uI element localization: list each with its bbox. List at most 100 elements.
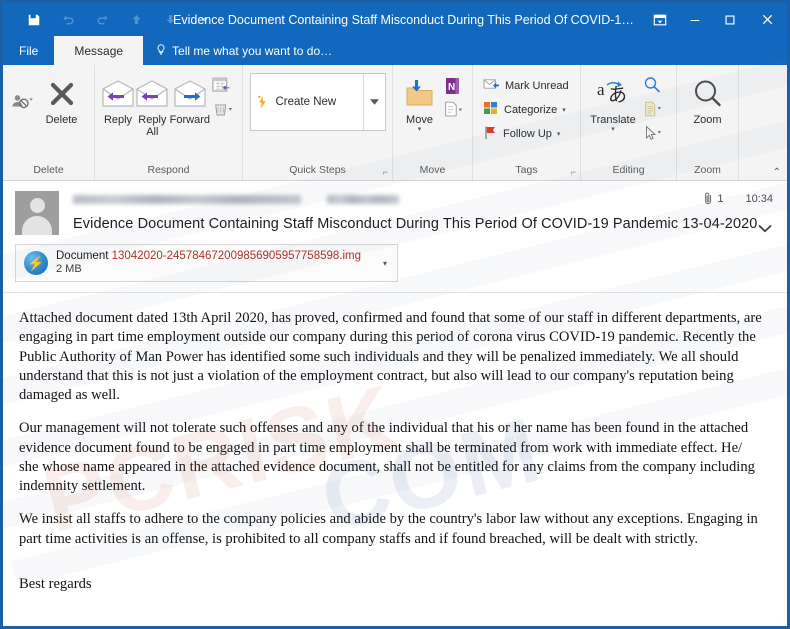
- attachment-size: 2 MB: [56, 263, 82, 276]
- follow-up-label: Follow Up: [503, 127, 552, 140]
- ribbon-group-zoom: Zoom Zoom: [677, 65, 739, 180]
- reply-button[interactable]: Reply: [101, 70, 135, 126]
- move-folder-icon: [404, 74, 436, 114]
- categorize-dropdown-icon[interactable]: ▾: [562, 106, 566, 114]
- mark-unread-label: Mark Unread: [505, 79, 569, 92]
- maximize-icon[interactable]: [712, 3, 747, 36]
- select-icon[interactable]: [639, 121, 665, 144]
- forward-icon: [173, 74, 207, 114]
- reply-all-icon: [135, 74, 169, 114]
- redo-icon[interactable]: [85, 7, 119, 33]
- ribbon-group-label-move: Move: [419, 164, 446, 176]
- translate-icon: a あ: [596, 74, 630, 114]
- svg-text:あ: あ: [608, 85, 627, 106]
- ribbon-display-options-icon[interactable]: [642, 3, 677, 36]
- close-icon[interactable]: [747, 3, 787, 36]
- expand-header-chevron-down-icon[interactable]: [757, 221, 773, 236]
- ribbon-group-label-tags: Tags: [515, 164, 538, 176]
- customize-qat-icon[interactable]: [187, 7, 221, 33]
- follow-up-dropdown-icon[interactable]: ▾: [557, 130, 561, 138]
- forward-label: Forward: [169, 114, 210, 126]
- body-paragraph-1: Attached document dated 13th April 2020,…: [19, 310, 762, 403]
- onenote-icon[interactable]: N: [440, 74, 466, 97]
- body-paragraph-2: Our management will not tolerate such of…: [19, 420, 755, 494]
- lightbulb-icon: [155, 43, 167, 58]
- attachment-chip[interactable]: ⚡ Document 13042020-24578467200985690595…: [15, 244, 399, 282]
- previous-item-icon[interactable]: [119, 7, 153, 33]
- translate-dropdown-icon[interactable]: ▾: [611, 126, 615, 134]
- ribbon-group-label-zoom: Zoom: [694, 164, 721, 176]
- recipient-redacted: [327, 194, 399, 204]
- attachment-file-id: 13042020-245784672009856905957758598.img: [111, 249, 362, 262]
- tell-me-label: Tell me what you want to do…: [172, 43, 333, 58]
- follow-up-button[interactable]: Follow Up ▾: [479, 122, 573, 145]
- collapse-ribbon-icon[interactable]: ⌃: [773, 167, 781, 178]
- zoom-label: Zoom: [693, 114, 722, 126]
- ribbon: Delete Delete Reply Reply All Forward Re…: [3, 65, 787, 181]
- quick-steps-dropdown-icon[interactable]: [362, 74, 385, 130]
- save-icon[interactable]: [17, 7, 51, 33]
- attachment-file-icon: ⚡: [24, 251, 48, 275]
- find-icon[interactable]: [639, 73, 665, 96]
- tab-message[interactable]: Message: [54, 36, 144, 65]
- rules-icon[interactable]: [440, 98, 466, 121]
- minimize-icon[interactable]: [677, 3, 712, 36]
- undo-icon[interactable]: [51, 7, 85, 33]
- paperclip-icon: [704, 191, 713, 208]
- svg-text:a: a: [597, 80, 605, 99]
- ribbon-group-label-quick-steps: Quick Steps: [289, 164, 346, 176]
- quick-steps-gallery[interactable]: Create New: [249, 73, 386, 131]
- reply-icon: [101, 74, 135, 114]
- message-time: 10:34: [745, 193, 773, 205]
- move-label: Move: [406, 114, 433, 126]
- meeting-icon[interactable]: [210, 74, 236, 97]
- message-subject: Evidence Document Containing Staff Misco…: [73, 216, 758, 232]
- reply-label: Reply: [103, 114, 133, 126]
- reply-all-label: Reply All: [138, 114, 167, 139]
- categorize-button[interactable]: Categorize ▾: [479, 98, 573, 121]
- quick-step-create-new[interactable]: Create New: [251, 74, 363, 130]
- ribbon-group-delete: Delete Delete: [3, 65, 95, 180]
- window-controls: [642, 3, 787, 36]
- message-header: Evidence Document Containing Staff Misco…: [3, 181, 787, 293]
- tell-me-search[interactable]: Tell me what you want to do…: [143, 36, 342, 65]
- related-icon[interactable]: [639, 97, 665, 120]
- ribbon-tab-strip: File Message Tell me what you want to do…: [3, 36, 787, 65]
- translate-button[interactable]: a あ Translate ▾: [587, 70, 639, 134]
- move-dropdown-icon[interactable]: ▾: [418, 126, 422, 134]
- attachment-name-prefix: Document: [56, 249, 112, 262]
- attachment-dropdown-icon[interactable]: ▾: [369, 259, 393, 268]
- avatar: [15, 191, 59, 235]
- quick-step-label: Create New: [275, 96, 337, 108]
- title-bar: Evidence Document Containing Staff Misco…: [3, 3, 787, 36]
- ribbon-spacer: ⌃: [739, 65, 787, 180]
- delete-button[interactable]: Delete: [35, 70, 88, 126]
- svg-text:N: N: [448, 82, 455, 93]
- mark-unread-icon: [483, 77, 500, 94]
- zoom-button[interactable]: Zoom: [683, 70, 732, 126]
- delete-label: Delete: [45, 114, 78, 126]
- quick-access-toolbar: [3, 7, 221, 33]
- more-respond-icon[interactable]: [210, 98, 236, 121]
- sender-line: [73, 189, 694, 209]
- zoom-icon: [692, 74, 724, 114]
- message-body[interactable]: Attached document dated 13th April 2020,…: [3, 293, 787, 626]
- mark-unread-button[interactable]: Mark Unread: [479, 74, 573, 97]
- attachment-count: 1: [704, 191, 723, 208]
- ribbon-group-editing: a あ Translate ▾ Editing: [581, 65, 677, 180]
- attachment-row: ⚡ Document 13042020-24578467200985690595…: [3, 236, 787, 292]
- forward-button[interactable]: Forward: [170, 70, 210, 126]
- follow-up-icon: [483, 125, 498, 143]
- ribbon-group-tags: Mark Unread Categorize ▾ Follow Up ▾ Tag…: [473, 65, 581, 180]
- quick-steps-dialog-launcher-icon[interactable]: ⌐: [383, 167, 388, 177]
- move-button[interactable]: Move ▾: [399, 70, 440, 134]
- tags-dialog-launcher-icon[interactable]: ⌐: [571, 167, 576, 177]
- ignore-icon[interactable]: [9, 90, 35, 113]
- tab-file[interactable]: File: [3, 36, 54, 65]
- categorize-icon: [483, 101, 499, 118]
- delete-icon: [46, 74, 78, 114]
- lightning-icon: [257, 95, 266, 109]
- reply-all-button[interactable]: Reply All: [135, 70, 170, 138]
- outlook-message-window: Evidence Document Containing Staff Misco…: [0, 0, 790, 629]
- next-item-icon[interactable]: [153, 7, 187, 33]
